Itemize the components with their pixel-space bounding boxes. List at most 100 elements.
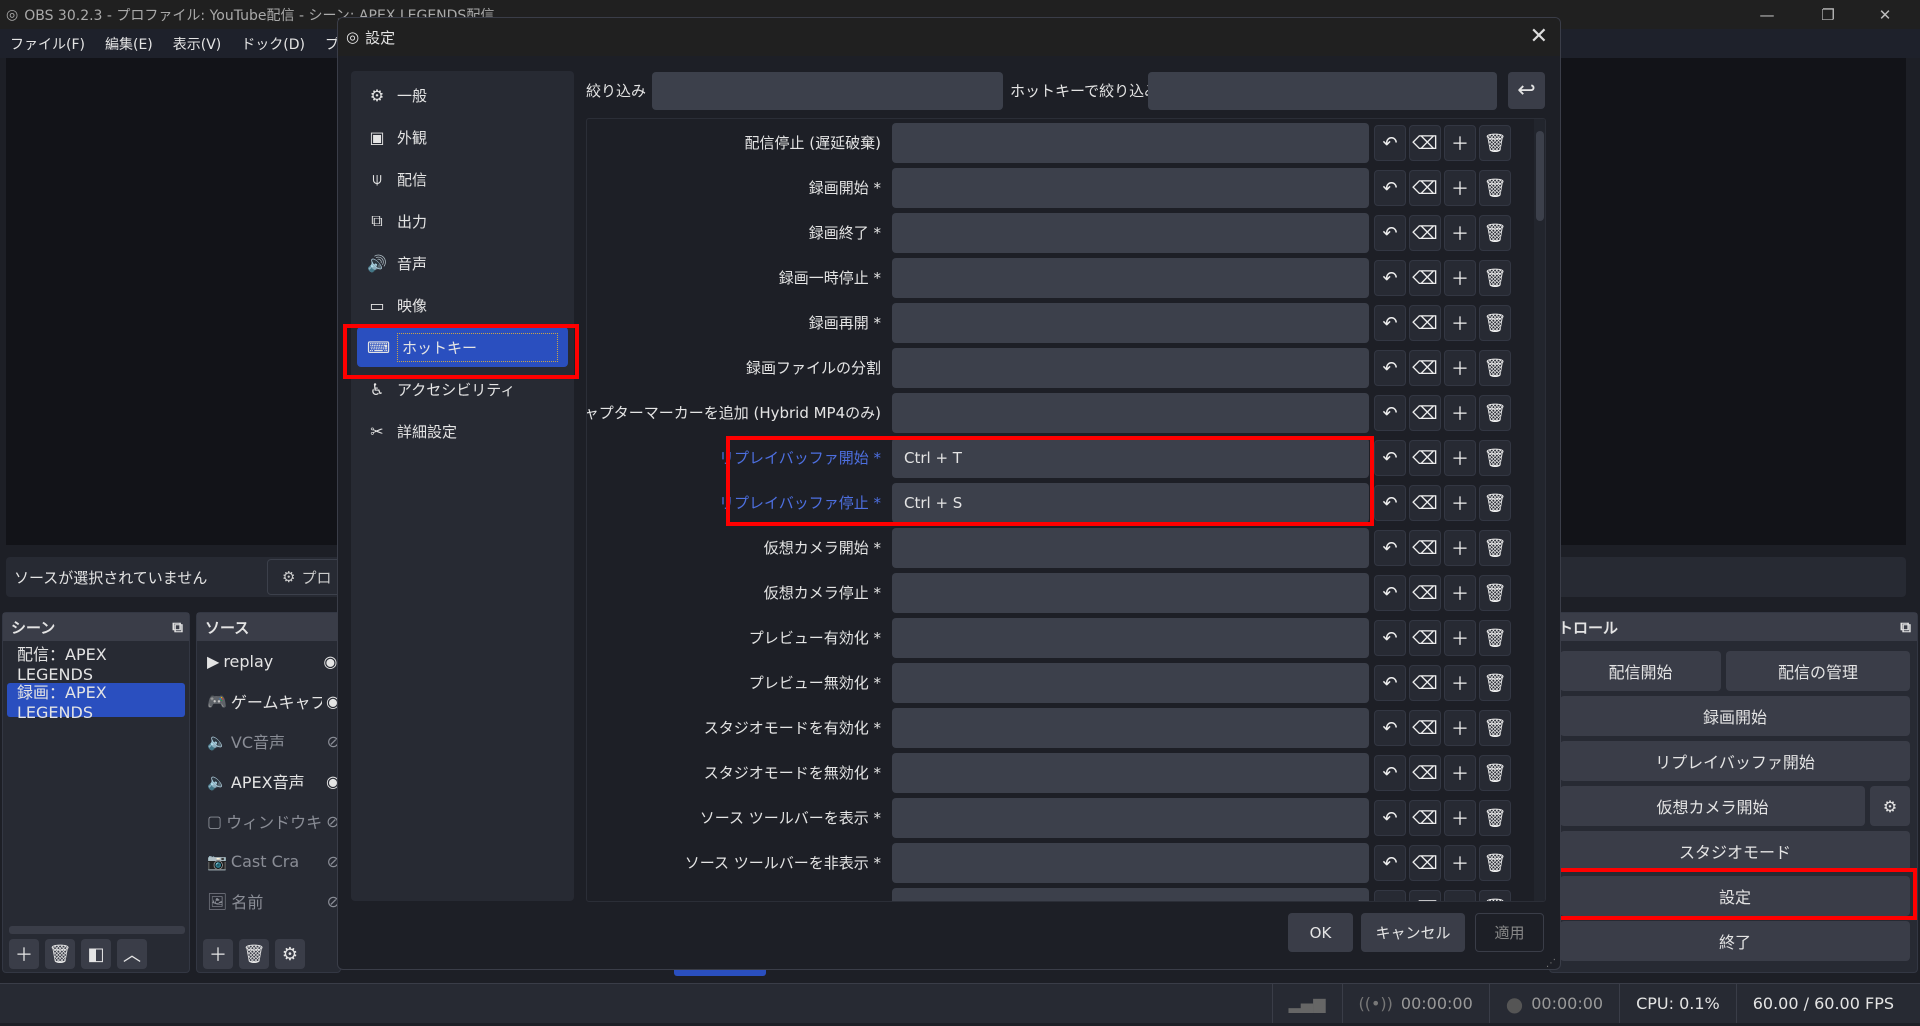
- menu-edit[interactable]: 編集(E): [105, 34, 153, 54]
- menu-view[interactable]: 表示(V): [173, 34, 222, 54]
- dialog-close-button[interactable]: ✕: [1530, 24, 1548, 49]
- revert-button[interactable]: ↶: [1374, 755, 1406, 791]
- source-item[interactable]: 🔈 VC音声 ⊘: [197, 721, 340, 761]
- add-button[interactable]: ＋: [1444, 800, 1476, 836]
- revert-button[interactable]: ↶: [1374, 710, 1406, 746]
- add-button[interactable]: ＋: [1444, 845, 1476, 881]
- remove-button[interactable]: 🗑: [1479, 530, 1511, 566]
- add-button[interactable]: ＋: [1444, 710, 1476, 746]
- settings-button[interactable]: 設定: [1560, 876, 1910, 916]
- hotkey-input[interactable]: [892, 393, 1369, 433]
- hotkey-input[interactable]: [892, 618, 1369, 658]
- remove-button[interactable]: 🗑: [1479, 575, 1511, 611]
- scene-scrollbar[interactable]: [9, 926, 185, 934]
- clear-button[interactable]: ⌫: [1409, 755, 1441, 791]
- menu-dock[interactable]: ドック(D): [241, 34, 305, 54]
- resize-grip-icon[interactable]: ⋰: [1546, 958, 1556, 969]
- revert-button[interactable]: ↶: [1374, 665, 1406, 701]
- revert-button[interactable]: ↶: [1374, 215, 1406, 251]
- add-button[interactable]: ＋: [1444, 350, 1476, 386]
- add-button[interactable]: ＋: [1444, 440, 1476, 476]
- add-button[interactable]: ＋: [1444, 170, 1476, 206]
- revert-button[interactable]: ↶: [1374, 845, 1406, 881]
- clear-button[interactable]: ⌫: [1409, 305, 1441, 341]
- hotkey-scrollbar-thumb[interactable]: [1536, 131, 1544, 221]
- revert-button[interactable]: ↶: [1374, 890, 1406, 901]
- hotkey-input[interactable]: Ctrl + T: [892, 438, 1369, 478]
- scene-filter-button[interactable]: ◧: [81, 939, 111, 969]
- hotkey-input[interactable]: [892, 708, 1369, 748]
- revert-button[interactable]: ↶: [1374, 260, 1406, 296]
- hotkey-scrollbar[interactable]: [1534, 119, 1545, 901]
- hotkey-input[interactable]: [892, 663, 1369, 703]
- clear-button[interactable]: ⌫: [1409, 890, 1441, 901]
- source-item[interactable]: 🖼 名前 ⊘: [197, 881, 340, 921]
- nav-item[interactable]: ▭ 映像: [357, 285, 568, 325]
- revert-button[interactable]: ↶: [1374, 800, 1406, 836]
- hotkey-input[interactable]: [892, 348, 1369, 388]
- clear-button[interactable]: ⌫: [1409, 215, 1441, 251]
- close-button[interactable]: ✕: [1862, 0, 1908, 29]
- clear-button[interactable]: ⌫: [1409, 620, 1441, 656]
- cancel-button[interactable]: キャンセル: [1361, 913, 1465, 952]
- source-item[interactable]: 📷 Cast Cra ⊘: [197, 841, 340, 881]
- add-button[interactable]: ＋: [1444, 665, 1476, 701]
- remove-button[interactable]: 🗑: [1479, 305, 1511, 341]
- remove-button[interactable]: 🗑: [1479, 800, 1511, 836]
- filter-input[interactable]: [652, 72, 1003, 110]
- remove-button[interactable]: 🗑: [1479, 845, 1511, 881]
- start-stream-button[interactable]: 配信開始: [1560, 651, 1721, 691]
- remove-button[interactable]: 🗑: [1479, 485, 1511, 521]
- nav-item[interactable]: ♿ アクセシビリティ: [357, 369, 568, 409]
- remove-button[interactable]: 🗑: [1479, 620, 1511, 656]
- source-properties-button[interactable]: ⚙: [275, 939, 305, 969]
- remove-button[interactable]: 🗑: [1479, 215, 1511, 251]
- nav-item[interactable]: ⌨ ホットキー: [357, 327, 568, 367]
- add-button[interactable]: ＋: [1444, 215, 1476, 251]
- clear-button[interactable]: ⌫: [1409, 125, 1441, 161]
- undock-icon[interactable]: ⧉: [172, 618, 183, 636]
- clear-button[interactable]: ⌫: [1409, 485, 1441, 521]
- nav-item[interactable]: ⚙ 一般: [357, 75, 568, 115]
- revert-button[interactable]: ↶: [1374, 575, 1406, 611]
- start-replay-buffer-button[interactable]: リプレイバッファ開始: [1560, 741, 1910, 781]
- source-item[interactable]: ▶ replay ◉: [197, 641, 340, 681]
- undock-icon[interactable]: ⧉: [1900, 618, 1911, 636]
- manage-stream-button[interactable]: 配信の管理: [1726, 651, 1910, 691]
- clear-button[interactable]: ⌫: [1409, 665, 1441, 701]
- clear-button[interactable]: ⌫: [1409, 530, 1441, 566]
- add-button[interactable]: ＋: [1444, 530, 1476, 566]
- add-button[interactable]: ＋: [1444, 125, 1476, 161]
- source-item[interactable]: 🎮 ゲームキャプ ◉: [197, 681, 340, 721]
- clear-button[interactable]: ⌫: [1409, 575, 1441, 611]
- hotkey-input[interactable]: [892, 168, 1369, 208]
- revert-button[interactable]: ↶: [1374, 440, 1406, 476]
- add-button[interactable]: ＋: [1444, 485, 1476, 521]
- add-button[interactable]: ＋: [1444, 890, 1476, 901]
- ok-button[interactable]: OK: [1288, 913, 1353, 952]
- revert-button[interactable]: ↶: [1374, 620, 1406, 656]
- hotkey-input[interactable]: [892, 528, 1369, 568]
- hotkey-input[interactable]: [892, 258, 1369, 298]
- remove-button[interactable]: 🗑: [1479, 125, 1511, 161]
- revert-button[interactable]: ↶: [1374, 305, 1406, 341]
- hotkey-input[interactable]: [892, 303, 1369, 343]
- hotkey-input[interactable]: [892, 123, 1369, 163]
- hotkey-filter-input[interactable]: [1148, 72, 1497, 110]
- remove-button[interactable]: 🗑: [1479, 665, 1511, 701]
- remove-button[interactable]: 🗑: [1479, 710, 1511, 746]
- remove-button[interactable]: 🗑: [1479, 755, 1511, 791]
- nav-item[interactable]: ▣ 外観: [357, 117, 568, 157]
- hotkey-input[interactable]: [892, 798, 1369, 838]
- add-button[interactable]: ＋: [1444, 575, 1476, 611]
- revert-button[interactable]: ↶: [1374, 395, 1406, 431]
- add-button[interactable]: ＋: [1444, 395, 1476, 431]
- scene-item[interactable]: 配信：APEX LEGENDS: [7, 645, 185, 684]
- hotkey-input[interactable]: [892, 573, 1369, 613]
- add-source-button[interactable]: ＋: [203, 939, 233, 969]
- clear-button[interactable]: ⌫: [1409, 260, 1441, 296]
- start-recording-button[interactable]: 録画開始: [1560, 696, 1910, 736]
- virtual-camera-settings-button[interactable]: ⚙: [1870, 786, 1910, 826]
- move-scene-up-button[interactable]: ︿: [117, 939, 147, 969]
- remove-button[interactable]: 🗑: [1479, 350, 1511, 386]
